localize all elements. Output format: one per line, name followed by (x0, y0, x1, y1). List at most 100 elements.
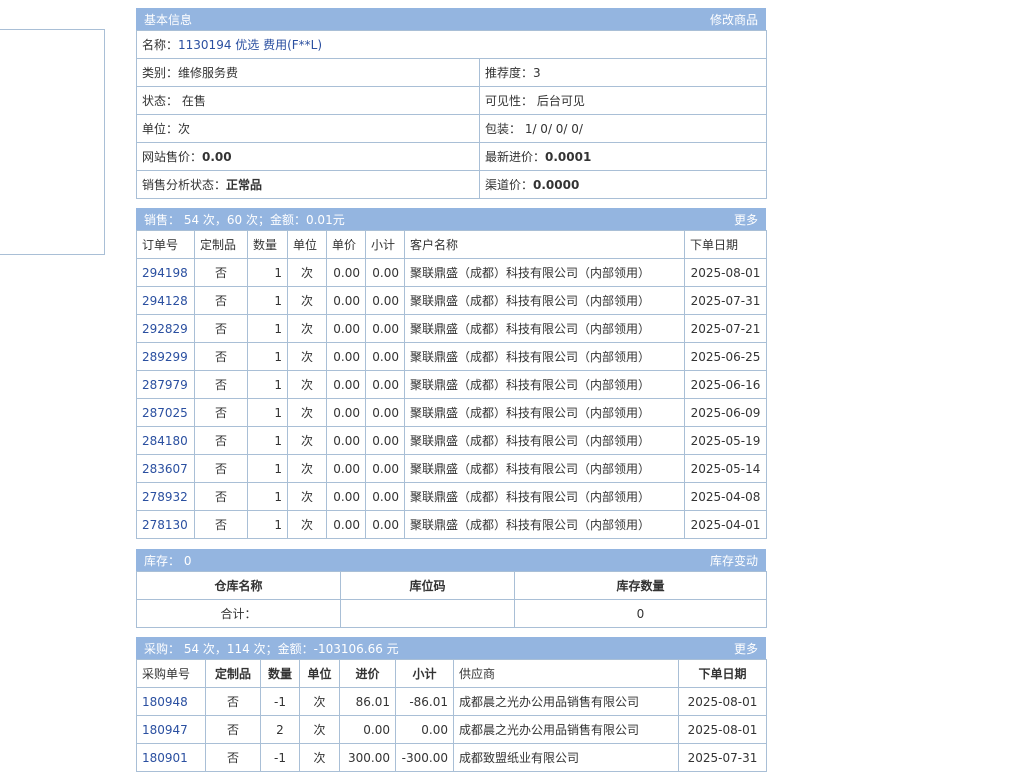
purchase-row-order-link[interactable]: 180948 (142, 695, 188, 709)
product-name-link[interactable]: 1130194 优选 费用(F**L) (178, 38, 322, 52)
sales-row-order-link[interactable]: 278130 (142, 518, 188, 532)
purchase-more-link[interactable]: 更多 (734, 640, 758, 657)
purchase-row-order-link[interactable]: 180947 (142, 723, 188, 737)
sales-table: 订单号 定制品 数量 单位 单价 小计 客户名称 下单日期 294198 否 1 次 0… (136, 230, 767, 539)
stock-panel: 库存： 0 库存变动 仓库名称 库位码 库存数量 合计： 0 (136, 549, 767, 628)
sales-row: 287025 否 1 次 0.00 0.00 聚联鼎盛（成都）科技有限公司（内部领用） 202… (136, 398, 767, 427)
stock-col-qty: 库存数量 (514, 571, 767, 600)
sales-row-order-link[interactable]: 294128 (142, 294, 188, 308)
sales-row-cell: 1 (247, 454, 288, 483)
purchase-col-cost: 进价 (339, 659, 396, 688)
sales-row-cell: 否 (194, 342, 248, 371)
purchase-row-order-link[interactable]: 180901 (142, 751, 188, 765)
stock-change-link[interactable]: 库存变动 (710, 552, 758, 569)
status-cell: 状态： 在售 (136, 86, 480, 115)
latest-cost-label: 最新进价： (485, 150, 546, 164)
sales-row-cell: 1 (247, 370, 288, 399)
sales-row-cell: 0.00 (365, 454, 405, 483)
sales-panel: 销售： 54 次，60 次；金额：0.01元 更多 订单号 定制品 数量 单位 … (136, 208, 767, 539)
sales-col-date: 下单日期 (684, 230, 767, 259)
sales-row-cell: 2025-06-25 (684, 342, 767, 371)
sales-row-cell: 聚联鼎盛（成都）科技有限公司（内部领用） (404, 398, 685, 427)
sales-row-cell: 2025-05-19 (684, 426, 767, 455)
purchase-col-qty: 数量 (260, 659, 300, 688)
sales-row-cell: 0.00 (365, 510, 405, 539)
sales-row-cell: 0.00 (326, 398, 366, 427)
stock-total-location (340, 599, 515, 628)
sales-status-cell: 销售分析状态：正常品 (136, 170, 480, 199)
sales-status-label: 销售分析状态： (142, 178, 227, 192)
purchase-col-supplier: 供应商 (453, 659, 679, 688)
stock-title: 库存： 0 (144, 553, 192, 568)
visibility-cell: 可见性： 后台可见 (478, 86, 768, 115)
sales-row-cell: 聚联鼎盛（成都）科技有限公司（内部领用） (404, 510, 685, 539)
purchase-col-subtotal: 小计 (395, 659, 454, 688)
purchase-panel: 采购： 54 次，114 次；金额：-103106.66 元 更多 采购单号 定… (136, 637, 767, 772)
sales-row-cell: 次 (287, 398, 327, 427)
stock-col-location: 库位码 (340, 571, 515, 600)
sales-row-cell: 否 (194, 482, 248, 511)
sales-row-order-link[interactable]: 278932 (142, 490, 188, 504)
product-name-label: 名称： (142, 38, 179, 52)
sales-row-cell: 2025-06-16 (684, 370, 767, 399)
sales-row-cell: 0.00 (365, 342, 405, 371)
sales-row-order-link[interactable]: 287979 (142, 378, 188, 392)
sales-header: 销售： 54 次，60 次；金额：0.01元 更多 (136, 208, 766, 230)
sales-row-cell: 否 (194, 510, 248, 539)
sales-more-link[interactable]: 更多 (734, 211, 758, 228)
sales-row-cell: 289299 (136, 342, 195, 371)
sales-row-cell: 0.00 (326, 510, 366, 539)
sales-row: 292829 否 1 次 0.00 0.00 聚联鼎盛（成都）科技有限公司（内部领用） 202… (136, 314, 767, 343)
sales-row: 289299 否 1 次 0.00 0.00 聚联鼎盛（成都）科技有限公司（内部领用） 202… (136, 342, 767, 371)
stock-total-label: 合计： (136, 599, 341, 628)
sales-row-cell: 2025-04-01 (684, 510, 767, 539)
purchase-col-unit: 单位 (299, 659, 340, 688)
purchase-row: 180901 否 -1 次 300.00 -300.00 成都致盟纸业有限公司 2025-07… (136, 743, 767, 772)
sales-row-cell: 1 (247, 398, 288, 427)
sales-row-cell: 聚联鼎盛（成都）科技有限公司（内部领用） (404, 454, 685, 483)
basic-info-header: 基本信息 修改商品 (136, 8, 766, 30)
edit-product-link[interactable]: 修改商品 (710, 11, 758, 28)
sales-row-cell: 否 (194, 370, 248, 399)
package-cell: 包装： 1/ 0/ 0/ 0/ (478, 114, 768, 143)
purchase-row-cell: 否 (205, 687, 261, 716)
site-price-cell: 网站售价：0.00 (136, 142, 480, 171)
purchase-row-cell: 180947 (136, 715, 206, 744)
sales-row: 284180 否 1 次 0.00 0.00 聚联鼎盛（成都）科技有限公司（内部领用） 202… (136, 426, 767, 455)
purchase-title: 采购： 54 次，114 次；金额：-103106.66 元 (144, 641, 399, 656)
purchase-row-cell: 0.00 (395, 715, 454, 744)
sales-row-cell: 聚联鼎盛（成都）科技有限公司（内部领用） (404, 258, 685, 287)
sales-col-custom: 定制品 (194, 230, 248, 259)
site-price-label: 网站售价： (142, 150, 203, 164)
sales-row-cell: 278932 (136, 482, 195, 511)
sales-row-cell: 次 (287, 342, 327, 371)
channel-price-cell: 渠道价：0.0000 (478, 170, 768, 199)
sales-row-order-link[interactable]: 284180 (142, 434, 188, 448)
sales-row-cell: 聚联鼎盛（成都）科技有限公司（内部领用） (404, 482, 685, 511)
purchase-row-cell: 成都致盟纸业有限公司 (453, 743, 679, 772)
sales-row-cell: 294198 (136, 258, 195, 287)
sales-status-value: 正常品 (226, 178, 263, 192)
sales-row-cell: 2025-08-01 (684, 258, 767, 287)
basic-info-panel: 基本信息 修改商品 名称：1130194 优选 费用(F**L) 类别：维修服务… (135, 8, 768, 199)
purchase-row-cell: 次 (299, 715, 340, 744)
recommend-cell: 推荐度：3 (478, 58, 768, 87)
sales-row-cell: 次 (287, 286, 327, 315)
sales-col-price: 单价 (326, 230, 366, 259)
purchase-row-cell: 2025-08-01 (678, 687, 767, 716)
sales-row-order-link[interactable]: 283607 (142, 462, 188, 476)
sales-row-order-link[interactable]: 292829 (142, 322, 188, 336)
sales-row-cell: 否 (194, 398, 248, 427)
sales-row-order-link[interactable]: 287025 (142, 406, 188, 420)
sales-row-cell: 278130 (136, 510, 195, 539)
sales-row-order-link[interactable]: 289299 (142, 350, 188, 364)
sales-row-cell: 284180 (136, 426, 195, 455)
sales-row-order-link[interactable]: 294198 (142, 266, 188, 280)
purchase-row-cell: 2025-08-01 (678, 715, 767, 744)
sales-row-cell: 0.00 (326, 258, 366, 287)
sales-row-cell: 0.00 (326, 454, 366, 483)
sales-row: 287979 否 1 次 0.00 0.00 聚联鼎盛（成都）科技有限公司（内部领用） 202… (136, 370, 767, 399)
purchase-row-cell: 成都晨之光办公用品销售有限公司 (453, 715, 679, 744)
sales-row-cell: 聚联鼎盛（成都）科技有限公司（内部领用） (404, 426, 685, 455)
sales-row-cell: 否 (194, 426, 248, 455)
